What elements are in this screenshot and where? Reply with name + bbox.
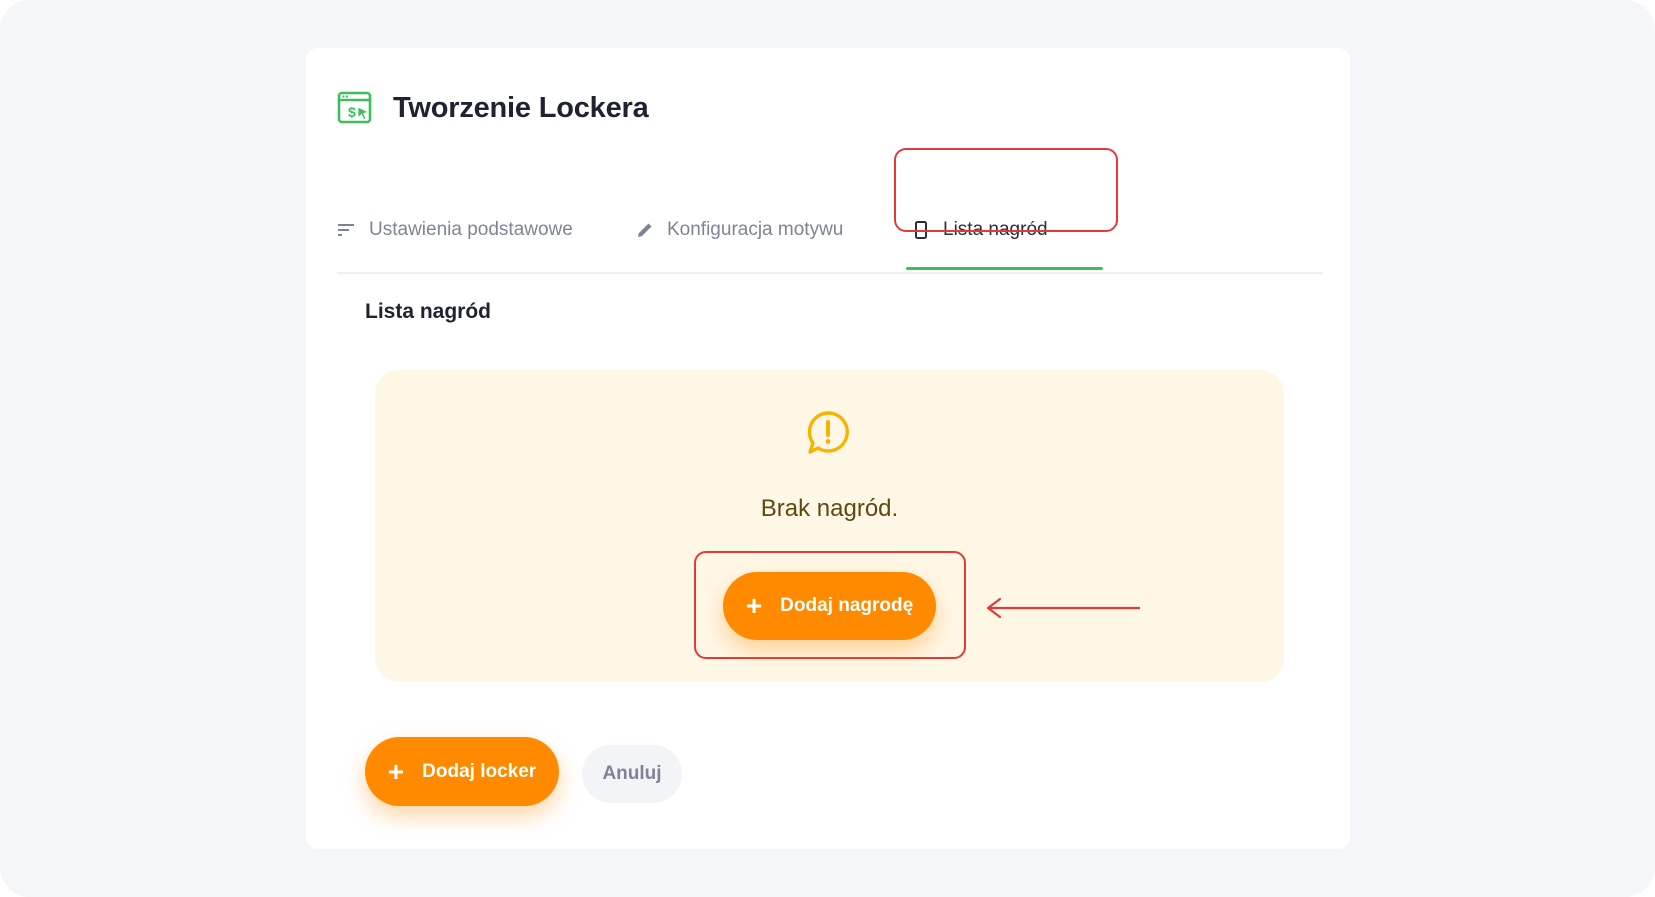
cancel-label: Anuluj (602, 763, 662, 784)
plus-icon: + (745, 590, 763, 621)
sort-lines-icon (337, 220, 357, 240)
active-tab-indicator (906, 267, 1103, 270)
tab-label: Konfiguracja motywu (667, 219, 844, 240)
page-title: Tworzenie Lockera (393, 91, 649, 124)
arrow-left-icon (982, 596, 1152, 620)
page-header: $ Tworzenie Lockera (337, 90, 649, 126)
tab-theme-config[interactable]: Konfiguracja motywu (635, 219, 843, 241)
pencil-icon (635, 220, 655, 240)
plus-icon: + (387, 755, 405, 787)
section-title: Lista nagród (365, 300, 492, 323)
svg-text:$: $ (348, 104, 356, 120)
add-reward-button[interactable]: + Dodaj nagrodę (723, 572, 936, 640)
browser-dollar-cursor-icon: $ (337, 90, 373, 126)
cancel-button[interactable]: Anuluj (582, 745, 682, 803)
add-locker-button[interactable]: + Dodaj locker (365, 737, 559, 806)
add-locker-label: Dodaj locker (422, 760, 537, 782)
add-reward-label: Dodaj nagrodę (780, 595, 914, 616)
main-card: $ Tworzenie Lockera Ustawienia podstawow… (306, 48, 1350, 849)
tab-basic-settings[interactable]: Ustawienia podstawowe (337, 219, 573, 241)
tab-label: Ustawienia podstawowe (369, 219, 573, 240)
tab-highlight-annotation (894, 148, 1118, 232)
alert-chat-icon (805, 410, 851, 456)
tab-bar: Ustawienia podstawowe Konfiguracja motyw… (337, 168, 1323, 274)
empty-state-message: Brak nagród. (760, 495, 899, 522)
